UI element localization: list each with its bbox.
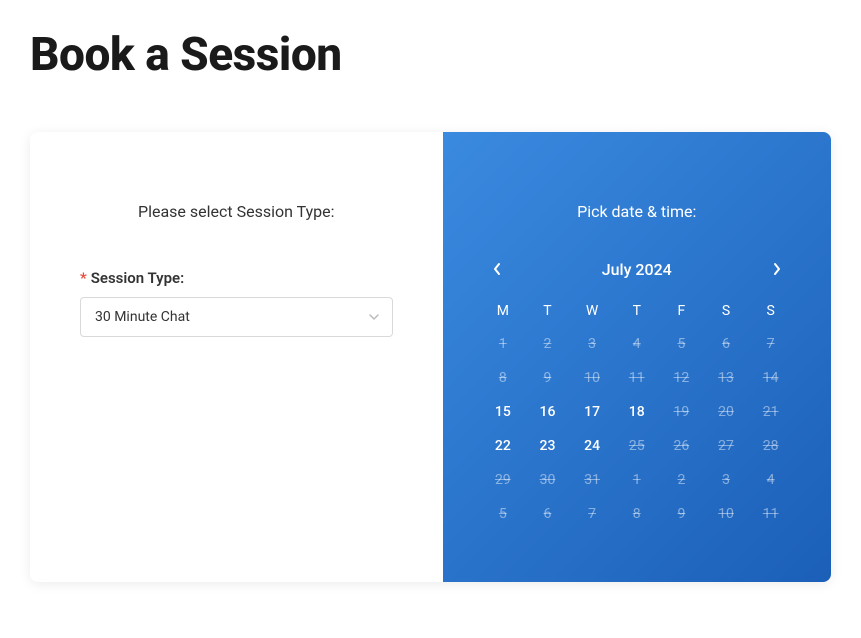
calendar-day[interactable]: 22 <box>481 431 526 461</box>
next-month-button[interactable] <box>765 257 789 281</box>
calendar-day[interactable]: 18 <box>614 397 659 427</box>
chevron-left-icon <box>492 262 502 276</box>
calendar-day: 14 <box>748 363 793 393</box>
calendar-day: 4 <box>748 465 793 495</box>
calendar-day: 21 <box>748 397 793 427</box>
calendar-day: 10 <box>704 499 749 529</box>
chevron-right-icon <box>772 262 782 276</box>
calendar-day: 5 <box>481 499 526 529</box>
session-type-prompt: Please select Session Type: <box>80 202 393 221</box>
session-type-select[interactable]: 30 Minute Chat <box>80 297 393 337</box>
calendar-day: 11 <box>614 363 659 393</box>
calendar-day: 25 <box>614 431 659 461</box>
calendar-day: 11 <box>748 499 793 529</box>
calendar-day: 28 <box>748 431 793 461</box>
calendar-day[interactable]: 16 <box>525 397 570 427</box>
calendar-dow: M <box>481 297 526 325</box>
calendar-day: 7 <box>748 329 793 359</box>
calendar-day: 30 <box>525 465 570 495</box>
calendar-day: 1 <box>481 329 526 359</box>
datetime-panel: Pick date & time: July 2024 MTWTFSS12345… <box>443 132 832 582</box>
calendar-day: 19 <box>659 397 704 427</box>
calendar-dow: F <box>659 297 704 325</box>
session-type-label-text: Session Type: <box>91 269 184 287</box>
calendar-day: 5 <box>659 329 704 359</box>
calendar-day: 6 <box>525 499 570 529</box>
session-type-value: 30 Minute Chat <box>95 309 190 325</box>
datetime-prompt: Pick date & time: <box>481 202 794 221</box>
calendar-day: 7 <box>570 499 615 529</box>
calendar-dow: W <box>570 297 615 325</box>
calendar-day: 6 <box>704 329 749 359</box>
calendar-day: 10 <box>570 363 615 393</box>
calendar-day: 31 <box>570 465 615 495</box>
calendar-day: 3 <box>570 329 615 359</box>
calendar-day[interactable]: 24 <box>570 431 615 461</box>
calendar-day: 2 <box>659 465 704 495</box>
session-type-label: *Session Type: <box>80 269 393 287</box>
booking-card: Please select Session Type: *Session Typ… <box>30 132 831 582</box>
calendar-day: 12 <box>659 363 704 393</box>
prev-month-button[interactable] <box>485 257 509 281</box>
session-type-panel: Please select Session Type: *Session Typ… <box>30 132 443 582</box>
calendar-dow: T <box>614 297 659 325</box>
calendar-grid: MTWTFSS123456789101112131415161718192021… <box>481 297 794 529</box>
calendar-day: 2 <box>525 329 570 359</box>
calendar-day[interactable]: 17 <box>570 397 615 427</box>
required-marker: * <box>80 269 87 287</box>
calendar-day: 20 <box>704 397 749 427</box>
calendar-day: 1 <box>614 465 659 495</box>
chevron-down-icon <box>368 311 380 323</box>
calendar-dow: S <box>748 297 793 325</box>
page-title: Book a Session <box>0 0 861 82</box>
calendar-day: 27 <box>704 431 749 461</box>
calendar-dow: T <box>525 297 570 325</box>
calendar-day: 8 <box>481 363 526 393</box>
calendar-day: 9 <box>525 363 570 393</box>
calendar-day: 13 <box>704 363 749 393</box>
calendar-month-label: July 2024 <box>602 260 672 279</box>
calendar-day[interactable]: 15 <box>481 397 526 427</box>
calendar-day[interactable]: 23 <box>525 431 570 461</box>
calendar-dow: S <box>704 297 749 325</box>
calendar-day: 26 <box>659 431 704 461</box>
calendar-day: 3 <box>704 465 749 495</box>
calendar-header: July 2024 <box>481 257 794 281</box>
session-type-field: *Session Type: 30 Minute Chat <box>80 269 393 337</box>
calendar-day: 4 <box>614 329 659 359</box>
calendar-day: 8 <box>614 499 659 529</box>
calendar-day: 29 <box>481 465 526 495</box>
calendar-day: 9 <box>659 499 704 529</box>
